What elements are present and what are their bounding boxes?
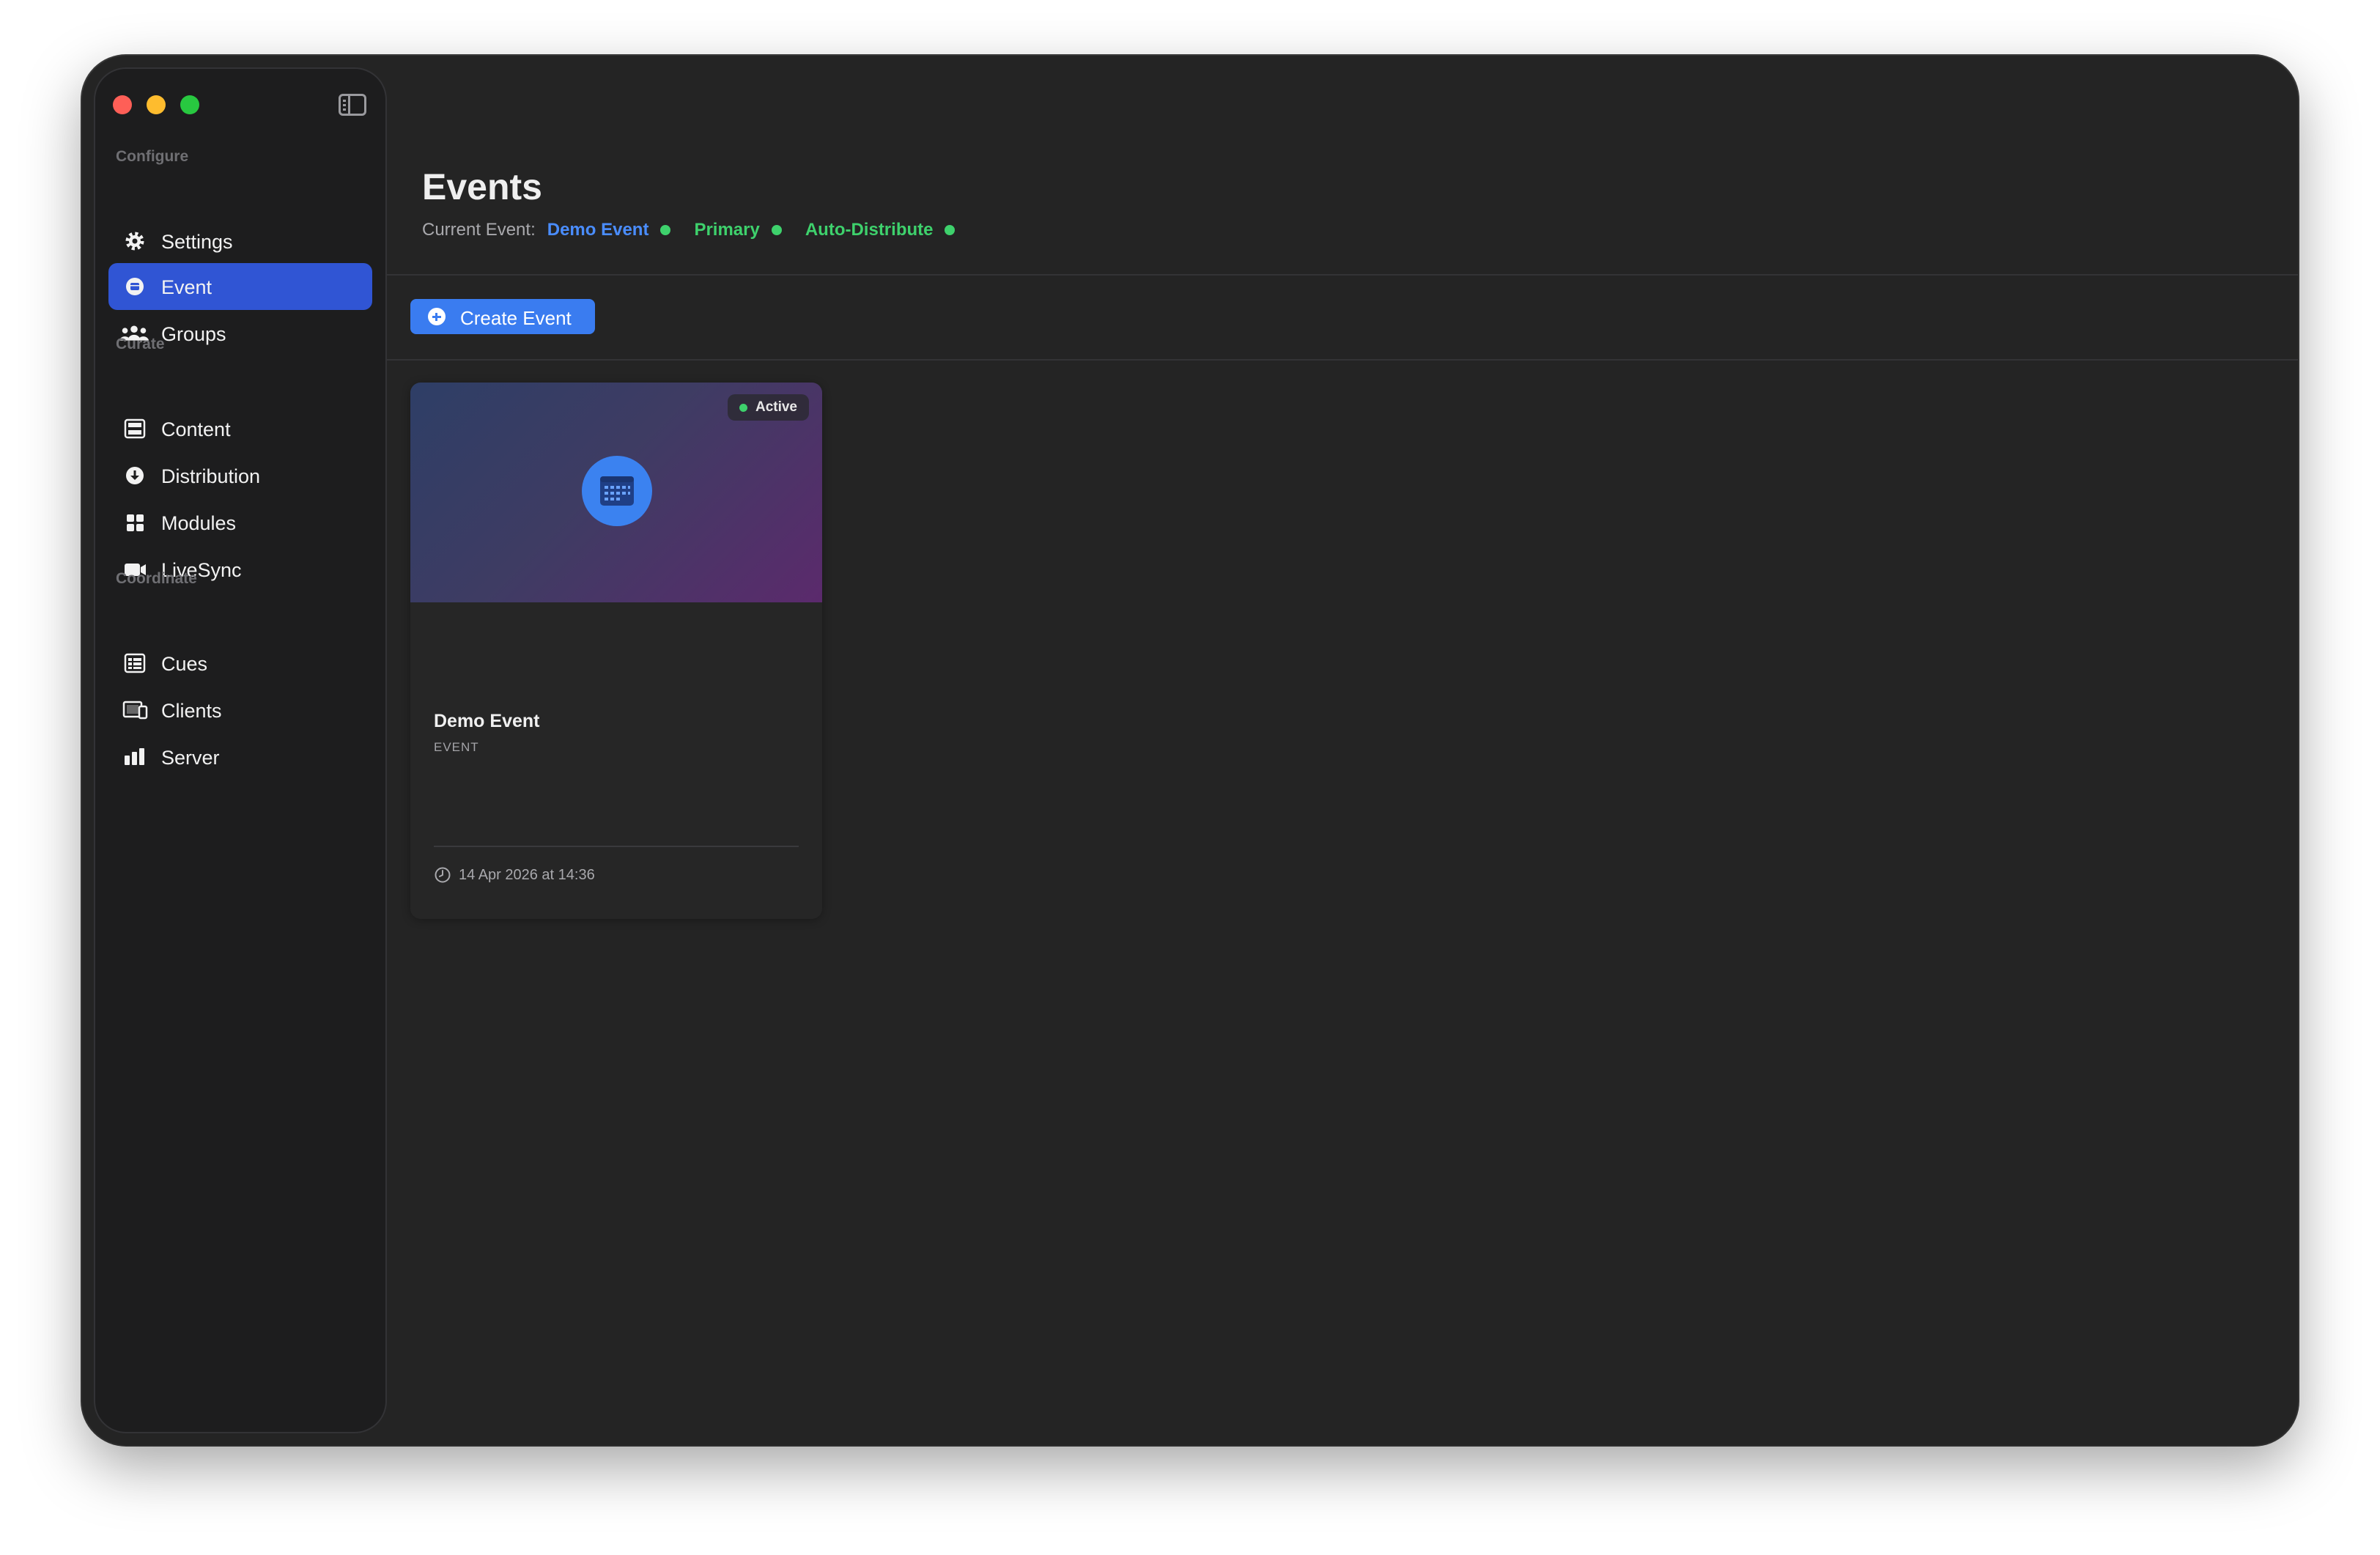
create-event-button[interactable]: Create Event: [410, 299, 595, 334]
sidebar-item-label: Content: [161, 418, 231, 440]
sidebar-item-label: Distribution: [161, 465, 261, 487]
primary-status-label: Primary: [694, 220, 760, 240]
list-icon: [124, 653, 146, 673]
sidebar-item-cues[interactable]: Cues: [108, 640, 372, 687]
sidebar-item-label: Server: [161, 747, 220, 769]
status-badge: Active: [727, 394, 809, 421]
page-title: Events: [422, 166, 542, 207]
current-event-label: Current Event:: [422, 220, 536, 240]
zoom-window-button[interactable]: [180, 95, 199, 114]
download-circle-icon: [126, 467, 144, 484]
sidebar-item-settings[interactable]: Settings: [108, 218, 372, 265]
sidebar-item-clients[interactable]: Clients: [108, 687, 372, 734]
event-icon: [126, 278, 144, 295]
section-label-coordinate: Coordinate: [116, 570, 197, 587]
sidebar: Configure Settings Event Groups Curate C…: [94, 67, 387, 1433]
gear-icon: [125, 232, 144, 251]
close-window-button[interactable]: [113, 95, 132, 114]
film-icon: [124, 418, 146, 439]
event-card-type: EVENT: [434, 740, 479, 754]
section-label-configure: Configure: [116, 148, 189, 165]
sidebar-item-label: Settings: [161, 231, 233, 253]
section-label-curate: Curate: [116, 336, 165, 352]
event-card-title: Demo Event: [434, 711, 540, 731]
sidebar-toggle-icon[interactable]: [339, 94, 366, 116]
status-badge-dot: [739, 404, 747, 412]
sidebar-item-server[interactable]: Server: [108, 734, 372, 780]
bar-chart-icon: [125, 748, 144, 765]
primary-status-dot: [771, 225, 782, 235]
sidebar-item-label: Cues: [161, 653, 208, 675]
plus-circle-icon: [428, 308, 446, 325]
sidebar-item-distribution[interactable]: Distribution: [108, 452, 372, 499]
toolbar-divider: [387, 359, 2298, 361]
sidebar-item-event[interactable]: Event: [108, 263, 372, 310]
event-card-date: 14 Apr 2026 at 14:36: [459, 867, 595, 883]
event-card-divider: [434, 846, 799, 847]
calendar-icon: [600, 476, 634, 506]
sidebar-item-label: Clients: [161, 700, 222, 722]
current-event-status: Current Event: Demo Event Primary Auto-D…: [422, 218, 956, 242]
current-event-link[interactable]: Demo Event: [547, 220, 649, 240]
status-badge-label: Active: [755, 399, 797, 415]
sidebar-item-label: Modules: [161, 512, 237, 534]
event-avatar: [582, 456, 652, 526]
app-window: Configure Settings Event Groups Curate C…: [82, 56, 2298, 1445]
minimize-window-button[interactable]: [147, 95, 166, 114]
auto-distribute-status-dot: [945, 225, 956, 235]
sidebar-item-label: Groups: [161, 323, 226, 345]
sidebar-item-modules[interactable]: Modules: [108, 499, 372, 546]
header-divider: [387, 274, 2298, 276]
event-card-banner: Active: [410, 383, 822, 602]
create-event-label: Create Event: [460, 307, 572, 329]
current-event-status-dot: [660, 225, 671, 235]
sidebar-item-content[interactable]: Content: [108, 405, 372, 452]
clock-icon: [435, 867, 451, 883]
event-card[interactable]: Active Demo Event EVENT 14 Apr 2026 at 1…: [410, 383, 822, 919]
auto-distribute-status-label: Auto-Distribute: [805, 220, 934, 240]
grid-icon: [127, 514, 144, 531]
display-icon: [122, 701, 148, 720]
sidebar-item-label: Event: [161, 276, 212, 298]
